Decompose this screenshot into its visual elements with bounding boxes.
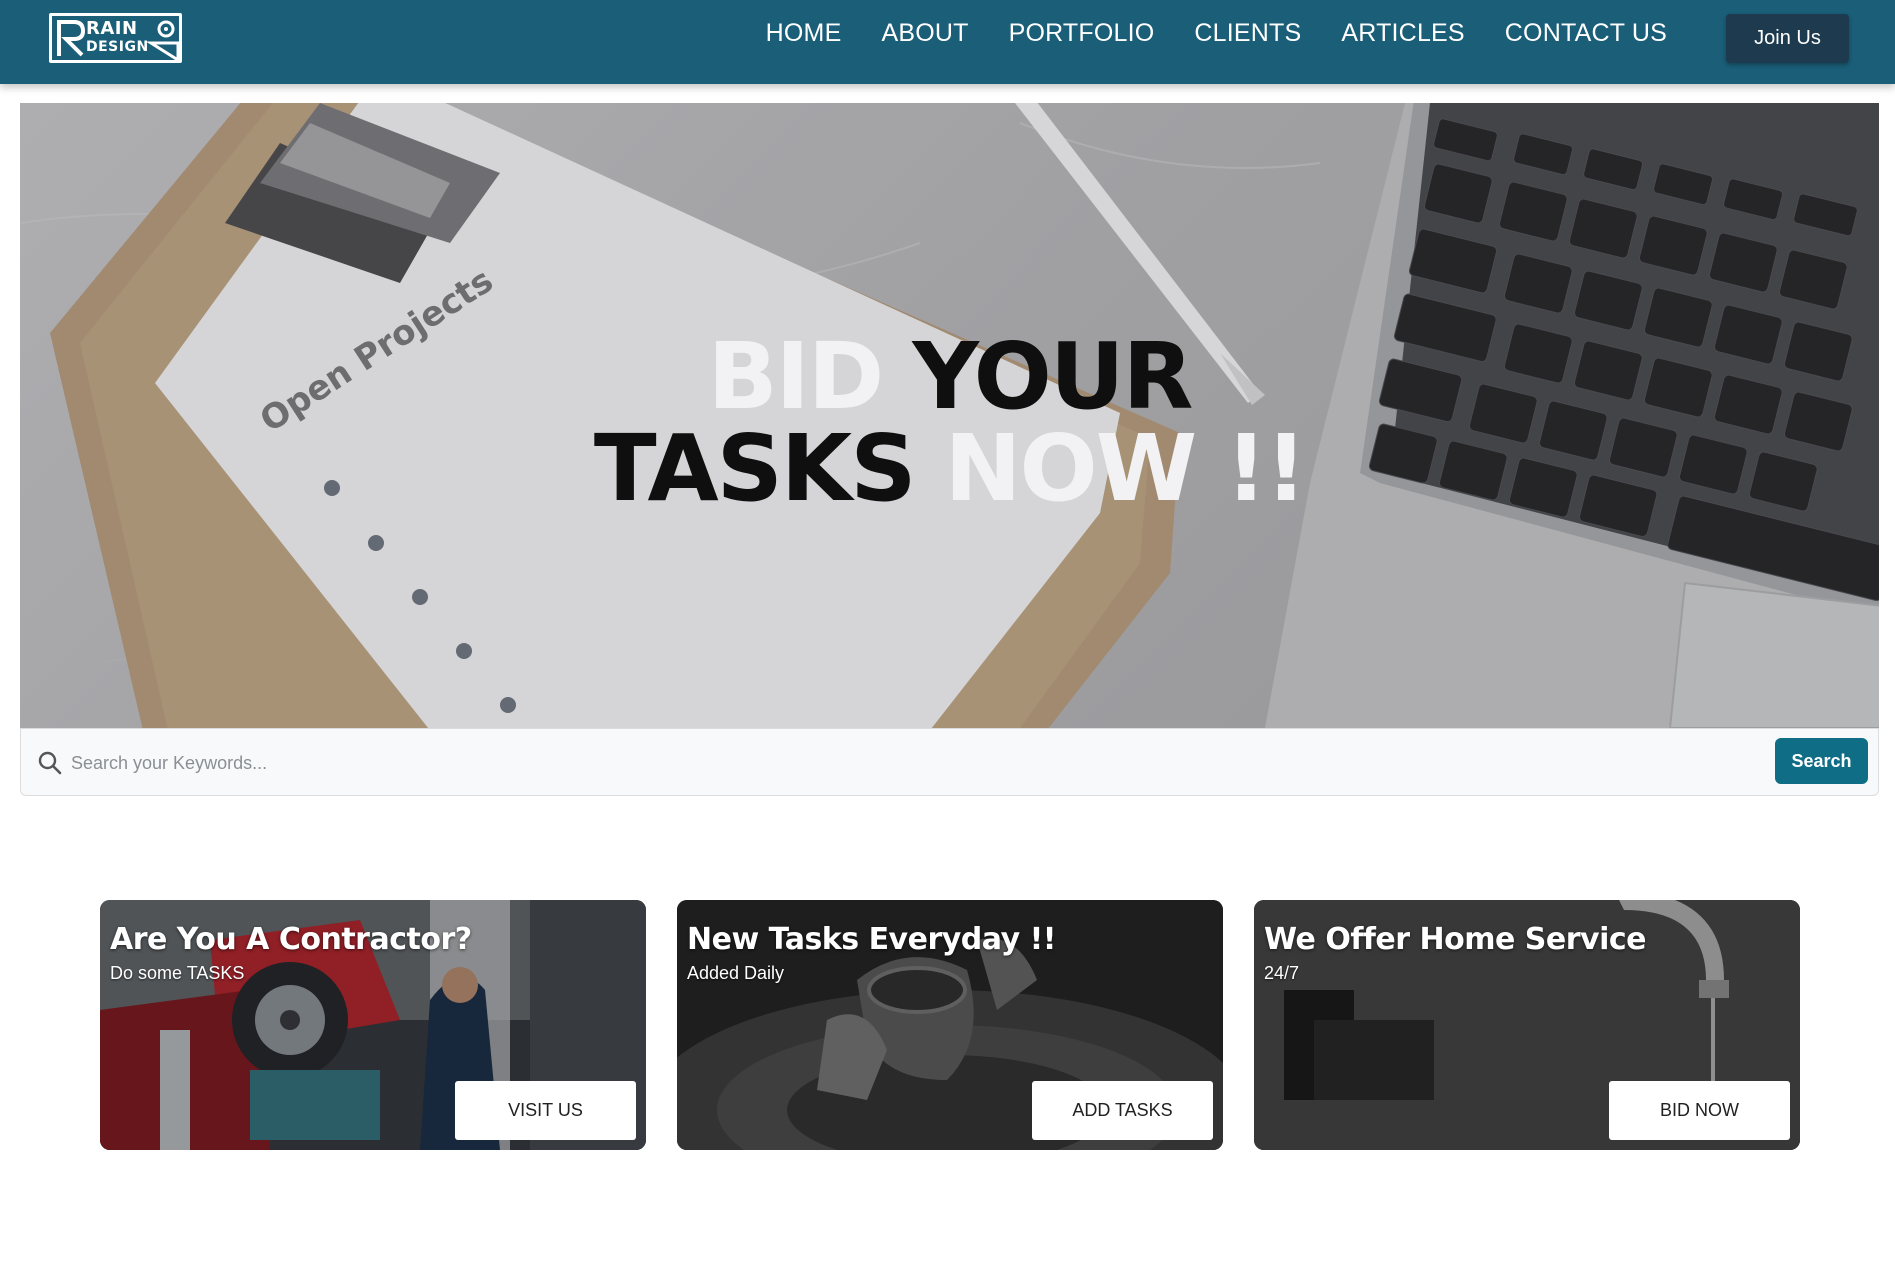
join-us-button[interactable]: Join Us bbox=[1726, 14, 1849, 63]
nav-clients[interactable]: CLIENTS bbox=[1174, 16, 1321, 50]
top-navbar: RAIN DESIGN HOME ABOUT PORTFOLIO CLIENTS… bbox=[0, 0, 1895, 84]
nav-contact-us[interactable]: CONTACT US bbox=[1485, 16, 1687, 50]
visit-us-button[interactable]: VISIT US bbox=[455, 1081, 636, 1140]
card-subtitle: Added Daily bbox=[687, 963, 785, 983]
card-title: We Offer Home Service bbox=[1264, 922, 1647, 957]
rain-design-logo[interactable]: RAIN DESIGN bbox=[49, 13, 182, 63]
search-button[interactable]: Search bbox=[1775, 738, 1868, 784]
card-title: New Tasks Everyday !! bbox=[687, 922, 1056, 957]
add-tasks-button[interactable]: ADD TASKS bbox=[1032, 1081, 1213, 1140]
nav-articles[interactable]: ARTICLES bbox=[1321, 16, 1484, 50]
home-service-card: We Offer Home Service 24/7 BID NOW bbox=[1254, 900, 1800, 1150]
hero-word-your: YOUR bbox=[912, 323, 1193, 430]
main-nav: HOME ABOUT PORTFOLIO CLIENTS ARTICLES CO… bbox=[746, 16, 1687, 50]
contractor-card: Are You A Contractor? Do some TASKS VISI… bbox=[100, 900, 646, 1150]
hero-headline: BID YOUR TASKS NOW !! bbox=[20, 331, 1879, 515]
logo-ring-icon bbox=[145, 20, 180, 63]
hero-word-bid: BID bbox=[707, 323, 885, 430]
card-subtitle: Do some TASKS bbox=[110, 963, 245, 983]
card-subtitle: 24/7 bbox=[1264, 963, 1300, 983]
hero-word-now: NOW !! bbox=[944, 415, 1308, 522]
search-icon bbox=[38, 751, 62, 775]
search-input[interactable] bbox=[71, 743, 1771, 783]
new-tasks-card: New Tasks Everyday !! Added Daily ADD TA… bbox=[677, 900, 1223, 1150]
hero-word-tasks: TASKS bbox=[593, 415, 917, 522]
card-title: Are You A Contractor? bbox=[110, 922, 472, 957]
nav-home[interactable]: HOME bbox=[746, 16, 862, 50]
bid-now-button[interactable]: BID NOW bbox=[1609, 1081, 1790, 1140]
nav-about[interactable]: ABOUT bbox=[861, 16, 988, 50]
hero-banner: Open Projects BID YOUR TASKS NOW !! bbox=[20, 103, 1879, 728]
search-bar: Search bbox=[20, 728, 1879, 796]
nav-portfolio[interactable]: PORTFOLIO bbox=[989, 16, 1175, 50]
